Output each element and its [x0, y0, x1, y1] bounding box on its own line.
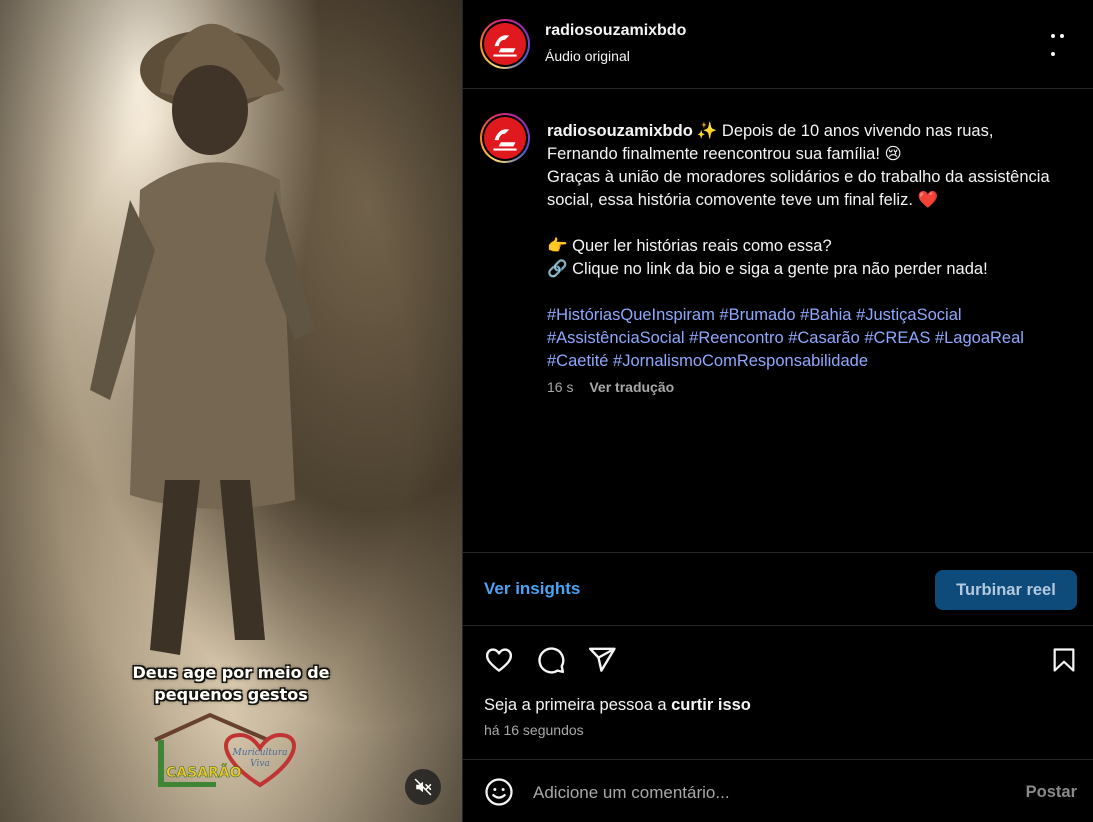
reel-video[interactable]: Deus age por meio de pequenos gestos CAS…	[0, 0, 462, 822]
speaker-muted-icon	[414, 778, 432, 796]
casarao-logo-script: Muricultura Viva	[230, 748, 290, 770]
action-bar	[463, 642, 1093, 678]
caption-line-4: 🔗 Clique no link da bio e siga a gente p…	[547, 260, 988, 278]
caption-paragraph-1: radiosouzamixbdo ✨ Depois de 10 anos vive…	[547, 120, 1067, 166]
caption-line-3: 👉 Quer ler histórias reais como essa?	[547, 237, 832, 255]
caption-avatar[interactable]	[480, 113, 530, 163]
header-username[interactable]: radiosouzamixbdo	[545, 22, 686, 40]
insights-row: Ver insights Turbinar reel	[463, 554, 1093, 626]
more-horizontal-icon	[1048, 25, 1074, 61]
radio-logo-icon	[493, 129, 517, 151]
like-this-link[interactable]: curtir isso	[671, 696, 751, 714]
emoji-button[interactable]	[483, 776, 515, 808]
logo-script-line-1: Muricultura	[232, 748, 288, 758]
comment-composer: Postar	[463, 759, 1093, 822]
bookmark-icon	[1053, 648, 1075, 672]
audio-label[interactable]: Áudio original	[545, 48, 630, 64]
like-button[interactable]	[481, 642, 517, 678]
casarao-logo: CASARÃO Muricultura Viva	[150, 710, 300, 805]
heart-icon	[485, 648, 513, 672]
caption-line-2: Graças à união de moradores solidários e…	[547, 168, 1050, 209]
comment-icon	[538, 647, 565, 674]
caption-age: 16 s	[547, 379, 574, 395]
video-overlay-caption: Deus age por meio de pequenos gestos	[0, 662, 462, 706]
more-options-button[interactable]	[1048, 30, 1074, 56]
overlay-line-2: pequenos gestos	[154, 685, 308, 704]
radio-logo-icon	[493, 35, 517, 57]
caption-hashtags[interactable]: #HistóriasQueInspiram #Brumado #Bahia #J…	[547, 304, 1067, 373]
boost-reel-button[interactable]: Turbinar reel	[935, 570, 1077, 610]
save-button[interactable]	[1046, 642, 1082, 678]
comment-input[interactable]	[533, 780, 963, 806]
comment-button[interactable]	[533, 642, 569, 678]
video-person-silhouette	[90, 23, 315, 655]
caption-body: radiosouzamixbdo ✨ Depois de 10 anos vive…	[547, 120, 1067, 373]
mute-button[interactable]	[405, 769, 441, 805]
post-timestamp: há 16 segundos	[484, 722, 584, 738]
post-caption: radiosouzamixbdo ✨ Depois de 10 anos vive…	[463, 90, 1093, 553]
post-header: radiosouzamixbdo Áudio original	[463, 0, 1093, 89]
caption-username[interactable]: radiosouzamixbdo	[547, 122, 693, 140]
logo-script-line-2: Viva	[250, 759, 270, 769]
post-panel: radiosouzamixbdo Áudio original radiosou…	[462, 0, 1093, 822]
post-comment-button[interactable]: Postar	[1026, 783, 1077, 802]
view-insights-link[interactable]: Ver insights	[484, 579, 580, 599]
caption-meta: 16 s Ver tradução	[547, 379, 674, 395]
see-translation-link[interactable]: Ver tradução	[589, 379, 674, 395]
likes-prefix: Seja a primeira pessoa a	[484, 696, 667, 714]
share-icon	[588, 647, 616, 672]
overlay-line-1: Deus age por meio de	[132, 663, 330, 682]
header-avatar[interactable]	[480, 19, 530, 69]
share-button[interactable]	[584, 642, 620, 678]
emoji-icon	[485, 778, 513, 806]
likes-summary: Seja a primeira pessoa a curtir isso	[484, 696, 751, 715]
